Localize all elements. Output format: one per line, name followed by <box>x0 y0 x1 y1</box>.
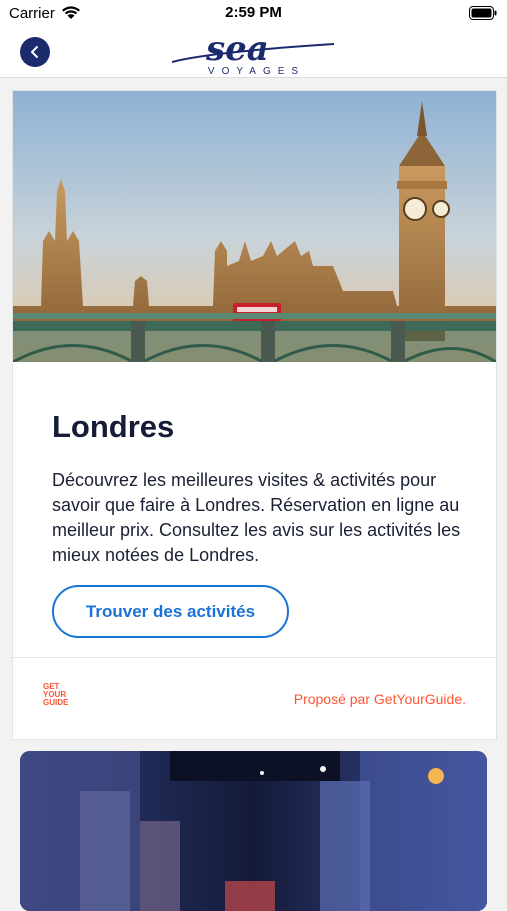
card-footer: GET YOUR GUIDE Proposé par GetYourGuide. <box>13 657 496 740</box>
brand-name: sea <box>205 29 269 69</box>
activity-card-preview[interactable] <box>20 751 487 911</box>
card-title: Londres <box>52 409 175 444</box>
clock: 2:59 PM <box>225 4 282 21</box>
find-activities-button[interactable]: Trouver des activités <box>52 585 289 638</box>
back-button[interactable] <box>20 37 50 67</box>
getyourguide-logo[interactable]: GET YOUR GUIDE <box>43 683 79 707</box>
provided-by-link[interactable]: Proposé par GetYourGuide. <box>294 691 466 707</box>
chevron-left-icon <box>31 46 38 58</box>
activity-card: Londres Découvrez les meilleures visites… <box>12 90 497 740</box>
preview-image <box>20 751 487 911</box>
card-description: Découvrez les meilleures visites & activ… <box>52 470 461 565</box>
hero-image-london <box>13 91 496 362</box>
getyourguide-logo-line: GUIDE <box>43 698 69 707</box>
nav-bar: sea VOYAGES <box>0 26 507 78</box>
status-bar: Carrier 2:59 PM <box>0 0 507 26</box>
battery-icon <box>469 6 497 25</box>
brand-tagline: VOYAGES <box>207 66 306 77</box>
